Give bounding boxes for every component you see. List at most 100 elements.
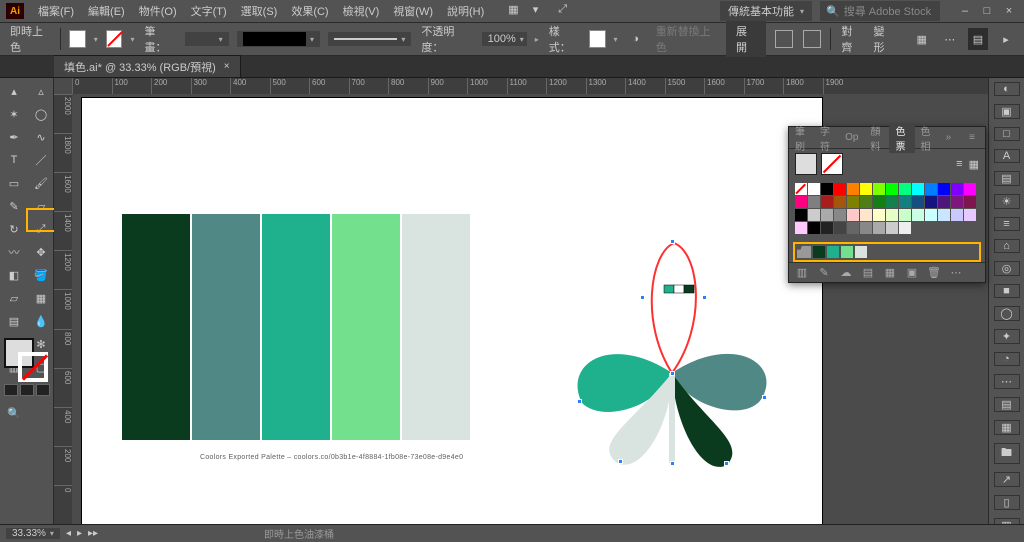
scale-tool[interactable]: ⤢ xyxy=(28,218,54,240)
swatch-cell[interactable] xyxy=(847,183,859,195)
swatch-footer-btn-5[interactable]: ▣ xyxy=(905,266,919,279)
line-tool[interactable]: ／ xyxy=(28,149,54,171)
adobe-stock-search[interactable]: 🔍 搜尋 Adobe Stock xyxy=(820,1,940,21)
expand-button[interactable]: 展開 xyxy=(726,21,766,57)
swatch-cell[interactable] xyxy=(834,196,846,208)
swatch-cell[interactable] xyxy=(912,209,924,221)
group-swatch-1[interactable] xyxy=(813,246,825,258)
eraser-tool[interactable]: ▱ xyxy=(28,195,54,217)
right-panel-btn-17[interactable]: ↗ xyxy=(994,472,1020,487)
swatch-cell[interactable] xyxy=(951,209,963,221)
swatch-cell[interactable] xyxy=(860,183,872,195)
group-swatch-2[interactable] xyxy=(827,246,839,258)
swatch-cell[interactable] xyxy=(899,196,911,208)
stroke-dropdown-icon[interactable] xyxy=(130,33,134,45)
panel-tab-brushes[interactable]: 筆刷 xyxy=(789,123,814,153)
swatch-cell[interactable] xyxy=(925,183,937,195)
swatch-footer-btn-4[interactable]: ▦ xyxy=(883,266,897,279)
menu-extra-fullscreen[interactable]: ⤢ xyxy=(552,1,573,21)
swatch-cell[interactable] xyxy=(886,196,898,208)
swatch-cell[interactable] xyxy=(886,183,898,195)
swatch-footer-btn-6[interactable]: 🗑 xyxy=(927,266,941,279)
right-panel-btn-12[interactable]: ◔ xyxy=(994,352,1020,366)
swatch-cell[interactable] xyxy=(795,222,807,234)
swatch-cell[interactable] xyxy=(860,196,872,208)
fill-color-swatch[interactable] xyxy=(69,30,86,48)
right-panel-btn-2[interactable]: □ xyxy=(994,127,1020,141)
swatch-cell[interactable] xyxy=(938,209,950,221)
magic-wand-tool[interactable]: ✶ xyxy=(1,103,27,125)
swatch-cell[interactable] xyxy=(834,222,846,234)
right-panel-btn-8[interactable]: ◎ xyxy=(994,261,1020,276)
right-panel-btn-18[interactable]: ▯ xyxy=(994,495,1020,510)
swatch-footer-btn-1[interactable]: ✎ xyxy=(817,266,831,279)
swatch-cell[interactable] xyxy=(938,183,950,195)
stroke-weight-field[interactable] xyxy=(185,32,229,46)
direct-selection-tool[interactable]: ▵ xyxy=(28,80,54,102)
current-stroke-swatch[interactable] xyxy=(821,153,843,175)
panel-tab-opacity[interactable]: Op xyxy=(839,132,864,143)
panel-tabs-more-icon[interactable]: » xyxy=(940,132,958,143)
width-tool[interactable]: 〰 xyxy=(1,241,27,263)
rotate-tool[interactable]: ↻ xyxy=(1,218,27,240)
swatch-cell[interactable] xyxy=(847,222,859,234)
swatch-view-grid-icon[interactable]: ▦ xyxy=(969,158,979,171)
panel-grid-icon[interactable]: ▦ xyxy=(912,28,932,50)
swatch-cell[interactable] xyxy=(873,183,885,195)
selection-tool[interactable]: ▴ xyxy=(1,80,27,102)
swatch-none[interactable] xyxy=(795,183,807,195)
panel-menu-icon[interactable]: ≡ xyxy=(963,132,981,143)
style-dropdown-icon[interactable] xyxy=(614,33,618,45)
live-paint-tool[interactable]: 🪣 xyxy=(28,264,54,286)
swatch-view-list-icon[interactable]: ≡ xyxy=(956,158,962,171)
panel-tab-swatches[interactable]: 色票 xyxy=(889,123,914,153)
window-minimize[interactable]: – xyxy=(956,5,974,17)
right-panel-btn-11[interactable]: ✦ xyxy=(994,329,1020,344)
swatch-cell[interactable] xyxy=(912,196,924,208)
menu-extra-arrange[interactable]: ▦ xyxy=(502,1,524,21)
color-mode-gradient[interactable] xyxy=(20,384,34,396)
swatch-cell[interactable] xyxy=(873,222,885,234)
perspective-tool[interactable]: ▱ xyxy=(1,287,27,309)
swatch-footer-btn-2[interactable]: ☁ xyxy=(839,266,853,279)
lasso-tool[interactable]: ◯ xyxy=(28,103,54,125)
color-mode-none[interactable] xyxy=(36,384,50,396)
right-panel-btn-5[interactable]: ☀ xyxy=(994,194,1020,209)
swatch-cell[interactable] xyxy=(873,209,885,221)
brush-definition[interactable] xyxy=(328,32,411,46)
paintbrush-tool[interactable]: 🖌 xyxy=(28,172,54,194)
edit-contents-button[interactable] xyxy=(802,28,822,50)
document-tab[interactable]: 填色.ai* @ 33.33% (RGB/預視) × xyxy=(54,55,241,77)
swatch-cell[interactable] xyxy=(795,209,807,221)
menu-help[interactable]: 說明(H) xyxy=(441,1,490,21)
stroke-color-swatch[interactable] xyxy=(106,30,123,48)
artboard[interactable]: Coolors Exported Palette – coolors.co/0b… xyxy=(82,98,822,524)
swatch-cell[interactable] xyxy=(821,183,833,195)
isolate-group-button[interactable] xyxy=(774,28,794,50)
current-fill-swatch[interactable] xyxy=(795,153,817,175)
panel-tab-hue[interactable]: 色相 xyxy=(915,123,940,153)
swatch-cell[interactable] xyxy=(834,183,846,195)
swatch-cell[interactable] xyxy=(951,183,963,195)
fill-dropdown-icon[interactable] xyxy=(94,33,98,45)
fill-stroke-indicator[interactable] xyxy=(4,338,48,382)
right-panel-btn-0[interactable]: ◐ xyxy=(994,82,1020,96)
eyedropper-tool[interactable]: 💧 xyxy=(28,310,54,332)
swatch-cell[interactable] xyxy=(860,222,872,234)
swatch-cell[interactable] xyxy=(886,209,898,221)
mesh-tool[interactable]: ▦ xyxy=(28,287,54,309)
right-panel-btn-7[interactable]: ⌂ xyxy=(994,239,1020,253)
swatch-cell[interactable] xyxy=(964,183,976,195)
swatches-panel[interactable]: 筆刷 字符 Op 顏料 色票 色相 » ≡ ≡ ▦ ▥✎☁▤▦▣🗑⋯ xyxy=(788,126,986,283)
menu-file[interactable]: 檔案(F) xyxy=(32,1,80,21)
artboard-nav-next[interactable]: ▸ xyxy=(77,528,82,539)
pen-tool[interactable]: ✒ xyxy=(1,126,27,148)
curvature-tool[interactable]: ∿ xyxy=(28,126,54,148)
group-swatch-3[interactable] xyxy=(841,246,853,258)
group-swatch-4[interactable] xyxy=(855,246,867,258)
right-panel-btn-1[interactable]: ▣ xyxy=(994,104,1020,119)
swatch-footer-btn-3[interactable]: ▤ xyxy=(861,266,875,279)
right-panel-btn-16[interactable]: 🖿 xyxy=(994,443,1020,464)
swatch-cell[interactable] xyxy=(899,209,911,221)
swatch-cell[interactable] xyxy=(925,209,937,221)
